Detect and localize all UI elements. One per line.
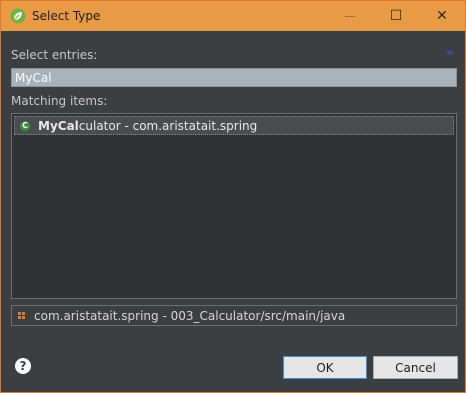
window-title: Select Type bbox=[32, 9, 101, 23]
ok-button[interactable]: OK bbox=[283, 356, 367, 379]
minimize-button[interactable]: — bbox=[327, 1, 373, 31]
match-rest: culator - com.aristatait.spring bbox=[78, 118, 258, 133]
match-highlight: MyCal bbox=[38, 118, 79, 133]
close-icon: ✕ bbox=[436, 8, 448, 24]
spring-leaf-icon bbox=[10, 8, 26, 24]
minimize-icon: — bbox=[344, 9, 356, 23]
matching-items-list[interactable]: C MyCal culator - com.aristatait.spring bbox=[11, 113, 457, 299]
chevron-down-icon[interactable] bbox=[446, 51, 454, 56]
maximize-button[interactable]: ☐ bbox=[373, 1, 419, 31]
help-icon[interactable]: ? bbox=[15, 358, 31, 374]
cancel-button[interactable]: Cancel bbox=[373, 356, 458, 379]
title-bar[interactable]: Select Type — ☐ ✕ bbox=[1, 1, 465, 31]
close-button[interactable]: ✕ bbox=[419, 1, 465, 31]
package-icon bbox=[18, 311, 26, 320]
list-item[interactable]: C MyCal culator - com.aristatait.spring bbox=[14, 116, 454, 135]
search-input[interactable] bbox=[11, 68, 457, 87]
select-type-dialog: Select Type — ☐ ✕ Select entries: Matchi… bbox=[0, 0, 466, 393]
class-icon: C bbox=[20, 120, 30, 131]
select-entries-label: Select entries: bbox=[11, 48, 98, 62]
matching-items-label: Matching items: bbox=[11, 94, 108, 108]
package-path: com.aristatait.spring - 003_Calculator/s… bbox=[34, 308, 346, 323]
package-status-bar: com.aristatait.spring - 003_Calculator/s… bbox=[11, 305, 457, 326]
maximize-icon: ☐ bbox=[389, 8, 403, 24]
